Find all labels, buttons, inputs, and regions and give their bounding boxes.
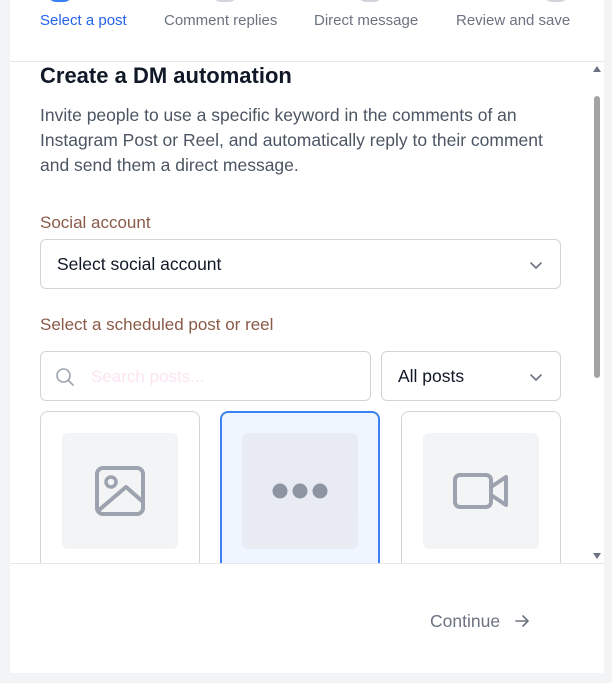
chevron-down-icon [530,262,542,269]
arrow-right-icon [515,615,529,627]
step-indicator-active [48,0,72,2]
step-comment-replies[interactable]: Comment replies [164,12,277,29]
scroll-down-arrow-icon[interactable] [593,553,601,559]
post-thumbnail [242,433,358,549]
step-indicator [213,0,237,2]
page-description: Invite people to use a specific keyword … [40,105,543,175]
scrollbar[interactable] [590,62,604,563]
continue-label: Continue [430,610,501,631]
step-review-save[interactable]: Review and save [456,12,570,29]
post-card-video[interactable] [401,411,561,563]
more-dots-icon [272,483,328,499]
search-field [40,351,371,401]
search-input[interactable] [91,364,351,390]
automation-panel: Select a post Comment replies Direct mes… [10,0,604,673]
search-icon [56,368,74,386]
post-thumbnail [62,433,178,549]
post-thumbnail [423,433,539,549]
stepper: Select a post Comment replies Direct mes… [10,0,604,62]
video-icon [453,473,508,509]
post-card-image[interactable] [40,411,200,563]
scroll-up-arrow-icon[interactable] [593,66,601,72]
post-picker-label: Select a scheduled post or reel [40,315,274,334]
social-account-select[interactable]: Select social account [40,239,561,289]
continue-button[interactable]: Continue [430,607,530,635]
footer: Continue [10,563,604,673]
step-indicator [358,0,382,2]
post-filter-select[interactable]: All posts [381,351,561,401]
social-account-label: Social account [40,213,151,232]
step-indicator [544,0,568,2]
image-icon [95,466,145,516]
page-title: Create a DM automation [40,63,292,88]
chevron-down-icon [530,374,542,381]
social-account-value: Select social account [57,253,222,274]
post-filter-value: All posts [398,365,465,386]
step-direct-message[interactable]: Direct message [314,12,418,29]
post-card-more[interactable] [220,411,380,563]
form-content: Create a DM automation Invite people to … [10,62,604,563]
step-select-post[interactable]: Select a post [40,12,127,29]
scrollbar-thumb[interactable] [594,96,600,378]
